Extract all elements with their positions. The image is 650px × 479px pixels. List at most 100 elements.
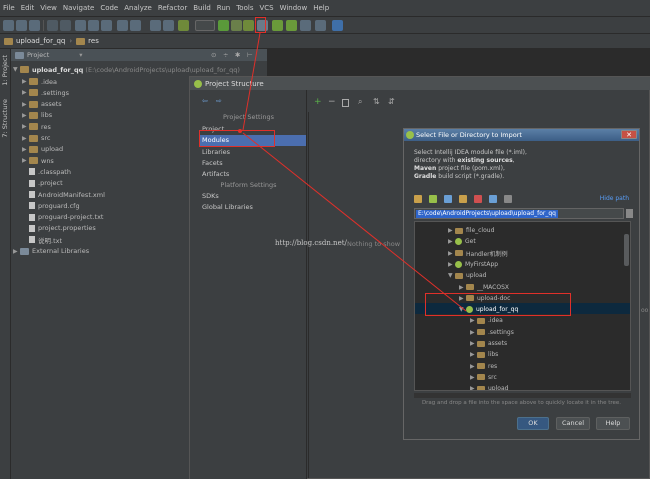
chevron-right-icon[interactable]: ▶ [448,227,455,234]
open-icon[interactable] [3,20,14,31]
desktop-icon[interactable] [444,195,452,203]
ps-item-libraries[interactable]: Libraries [202,148,230,156]
chevron-right-icon[interactable]: ▶ [22,112,29,119]
redo-icon[interactable] [60,20,71,31]
back-icon[interactable] [150,20,161,31]
file-tree-row[interactable]: ▶ Get [448,236,476,247]
tree-row[interactable]: ▶ External Libraries [13,246,89,257]
chevron-right-icon[interactable]: ▶ [22,157,29,164]
tree-row[interactable]: project.properties [22,223,96,234]
file-tree-row[interactable]: ▶ MyFirstApp [448,259,498,270]
device-monitor-icon[interactable] [300,20,311,31]
chevron-right-icon[interactable]: ▶ [470,363,477,370]
chevron-right-icon[interactable]: ▶ [470,340,477,347]
menu-item-build[interactable]: Build [193,4,211,12]
menu-item-run[interactable]: Run [217,4,230,12]
menu-item-file[interactable]: File [3,4,15,12]
avd-manager-icon[interactable] [286,20,297,31]
sync-icon[interactable] [29,20,40,31]
tree-row[interactable]: AndroidManifest.xml [22,189,105,200]
tree-row[interactable]: ▶ libs [22,110,52,121]
chevron-right-icon[interactable]: ▶ [448,238,455,245]
collapse-all-icon[interactable]: ⇵ [388,97,395,106]
hide-icon[interactable]: ⊢ [247,51,253,59]
show-hidden-icon[interactable] [504,195,512,203]
file-tree-row[interactable]: ▼ upload [448,270,486,281]
file-tree-row[interactable]: ▶ src [470,372,497,383]
chevron-right-icon[interactable]: ▶ [470,351,477,358]
ps-item-global-libraries[interactable]: Global Libraries [202,203,253,211]
menu-item-view[interactable]: View [40,4,57,12]
menu-item-navigate[interactable]: Navigate [63,4,94,12]
search-icon[interactable]: ⌕ [358,97,362,107]
help-button[interactable]: Help [596,417,630,430]
cancel-button[interactable]: Cancel [556,417,590,430]
menu-item-help[interactable]: Help [313,4,329,12]
nav-folder[interactable]: res [88,37,99,45]
help-icon[interactable] [332,20,343,31]
tree-row[interactable]: .project [22,178,63,189]
ps-item-sdks[interactable]: SDKs [202,192,219,200]
path-history-icon[interactable] [626,209,633,218]
gear-icon[interactable]: ✱ [235,51,240,59]
chevron-right-icon[interactable]: ▶ [470,329,477,336]
tree-row[interactable]: ▶ upload [22,144,63,155]
chevron-down-icon[interactable]: ▾ [79,51,82,59]
file-tree-row[interactable]: ▶ res [470,361,497,372]
debug-icon[interactable] [231,20,242,31]
tree-row[interactable]: ▶ wns [22,155,54,166]
project-view-selector[interactable]: Project [27,51,49,59]
collapse-icon[interactable]: ÷ [223,51,228,59]
delete-icon[interactable] [474,195,482,203]
tab-structure[interactable]: 7: Structure [1,99,9,138]
chevron-right-icon[interactable]: ▶ [22,135,29,142]
replace-icon[interactable] [130,20,141,31]
chevron-right-icon[interactable]: ▶ [22,146,29,153]
add-icon[interactable]: + [314,97,322,107]
sync-gradle-icon[interactable] [243,20,254,31]
file-tree-row[interactable]: ▶ upload [470,383,508,390]
menu-item-analyze[interactable]: Analyze [124,4,152,12]
chevron-right-icon[interactable]: ▶ [13,248,20,255]
remove-icon[interactable]: − [328,97,336,107]
forward-arrow-icon[interactable]: ⇨ [216,97,222,105]
tree-row[interactable]: ▶ res [22,121,51,132]
tree-row[interactable]: ▶ .settings [22,87,69,98]
undo-icon[interactable] [47,20,58,31]
menu-item-window[interactable]: Window [280,4,308,12]
chevron-right-icon[interactable]: ▶ [22,101,29,108]
refresh-icon[interactable] [489,195,497,203]
file-tree-row[interactable]: ▶ file_cloud [448,225,494,236]
chevron-right-icon[interactable]: ▶ [470,385,477,390]
ps-item-artifacts[interactable]: Artifacts [202,170,229,178]
menu-item-edit[interactable]: Edit [21,4,35,12]
horizontal-scrollbar[interactable] [414,393,631,398]
chevron-right-icon[interactable]: ▶ [22,123,29,130]
chevron-right-icon[interactable]: ▶ [470,317,477,324]
file-tree-row[interactable]: ▶ libs [470,349,498,360]
new-folder-icon[interactable] [459,195,467,203]
chevron-right-icon[interactable]: ▶ [22,89,29,96]
path-input[interactable]: E:\code\AndroidProjects\upload\upload_fo… [414,208,624,219]
copy-icon[interactable] [342,99,349,107]
settings-icon[interactable] [315,20,326,31]
sync-icon[interactable]: ⊙ [211,51,216,59]
menu-item-code[interactable]: Code [100,4,118,12]
menu-item-tools[interactable]: Tools [236,4,253,12]
nav-project[interactable]: upload_for_qq [16,37,65,45]
android-sdk-icon[interactable] [272,20,283,31]
tree-row[interactable]: proguard-project.txt [22,212,103,223]
expand-all-icon[interactable]: ⇅ [373,97,380,106]
file-tree-row[interactable]: ▶ __MACOSX [459,282,509,293]
ps-item-facets[interactable]: Facets [202,159,223,167]
close-icon[interactable]: ✕ [621,130,637,139]
paste-icon[interactable] [101,20,112,31]
tree-row[interactable]: ▼ upload_for_qq (E:\code\AndroidProjects\… [13,64,240,75]
chevron-right-icon[interactable]: ▶ [470,374,477,381]
tree-row[interactable]: 说明.txt [22,234,62,245]
file-tree-row[interactable]: ▶ .settings [470,327,514,338]
scrollbar-thumb[interactable] [624,234,629,266]
chevron-right-icon[interactable]: ▶ [448,250,455,257]
chevron-right-icon[interactable]: ▶ [448,261,455,268]
chevron-right-icon[interactable]: ▶ [459,284,466,291]
